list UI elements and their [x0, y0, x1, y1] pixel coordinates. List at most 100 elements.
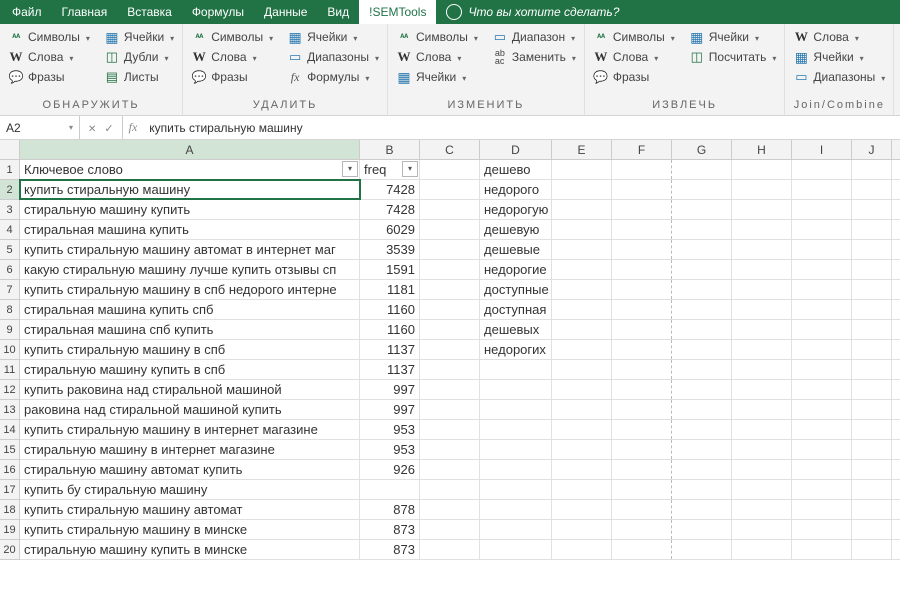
cell[interactable] [852, 160, 892, 179]
row-header-17[interactable]: 17 [0, 480, 19, 500]
cell[interactable] [480, 520, 552, 539]
row-header-9[interactable]: 9 [0, 320, 19, 340]
cell[interactable] [552, 360, 612, 379]
col-header-I[interactable]: I [792, 140, 852, 159]
cell[interactable]: купить стиральную машину в спб недорого … [20, 280, 360, 299]
cell[interactable]: стиральная машина спб купить [20, 320, 360, 339]
cell[interactable] [420, 400, 480, 419]
cell[interactable] [552, 320, 612, 339]
cell[interactable] [672, 180, 732, 199]
cell[interactable]: купить стиральную машину [20, 180, 360, 199]
menu-вставка[interactable]: Вставка [117, 0, 182, 24]
cell[interactable] [732, 500, 792, 519]
cell[interactable] [852, 440, 892, 459]
cell[interactable]: купить бу стиральную машину [20, 480, 360, 499]
cell[interactable]: раковина над стиральной машиной купить [20, 400, 360, 419]
cell[interactable]: 873 [360, 540, 420, 559]
cell[interactable] [732, 240, 792, 259]
cell[interactable] [852, 460, 892, 479]
cell[interactable] [732, 160, 792, 179]
cell[interactable] [672, 320, 732, 339]
cell[interactable]: дешевые [480, 240, 552, 259]
cell[interactable] [732, 480, 792, 499]
cell[interactable] [360, 480, 420, 499]
cell[interactable] [792, 240, 852, 259]
cell[interactable]: недорого [480, 180, 552, 199]
cell[interactable] [420, 260, 480, 279]
row-header-12[interactable]: 12 [0, 380, 19, 400]
cell[interactable] [792, 220, 852, 239]
cell[interactable] [852, 380, 892, 399]
row-header-19[interactable]: 19 [0, 520, 19, 540]
cell[interactable] [612, 380, 672, 399]
col-header-E[interactable]: E [552, 140, 612, 159]
cell[interactable] [792, 400, 852, 419]
cell[interactable] [852, 280, 892, 299]
cell[interactable] [612, 360, 672, 379]
cell[interactable] [852, 240, 892, 259]
filter-dropdown-icon[interactable] [342, 161, 358, 177]
cell[interactable] [852, 340, 892, 359]
cell[interactable]: 997 [360, 380, 420, 399]
cell[interactable]: купить стиральную машину в интернет мага… [20, 420, 360, 439]
ribbon-btn-ячейки[interactable]: Ячейки [394, 68, 480, 86]
cell[interactable]: 997 [360, 400, 420, 419]
cell[interactable] [612, 460, 672, 479]
ribbon-btn-фразы[interactable]: Фразы [189, 68, 275, 86]
ribbon-btn-символы[interactable]: ᴬᴬСимволы [189, 28, 275, 46]
cell[interactable] [732, 200, 792, 219]
cell[interactable]: 926 [360, 460, 420, 479]
row-header-20[interactable]: 20 [0, 540, 19, 560]
cell[interactable] [552, 420, 612, 439]
cell[interactable]: купить раковина над стиральной машиной [20, 380, 360, 399]
cell[interactable] [612, 160, 672, 179]
cell[interactable] [420, 360, 480, 379]
cell[interactable] [672, 200, 732, 219]
ribbon-btn-листы[interactable]: Листы [102, 68, 176, 86]
row-header-16[interactable]: 16 [0, 460, 19, 480]
cell[interactable] [732, 280, 792, 299]
cell[interactable] [552, 260, 612, 279]
col-header-A[interactable]: A [20, 140, 360, 159]
menu-формулы[interactable]: Формулы [182, 0, 254, 24]
cell[interactable] [672, 400, 732, 419]
cell[interactable] [672, 340, 732, 359]
cell[interactable] [852, 260, 892, 279]
cell[interactable]: 6029 [360, 220, 420, 239]
row-header-11[interactable]: 11 [0, 360, 19, 380]
ribbon-btn-символы[interactable]: ᴬᴬСимволы [394, 28, 480, 46]
ribbon-btn-символы[interactable]: ᴬᴬСимволы [6, 28, 92, 46]
cell[interactable] [672, 440, 732, 459]
cell[interactable] [612, 340, 672, 359]
cell[interactable] [852, 180, 892, 199]
ribbon-btn-диапазоны[interactable]: Диапазоны [791, 68, 887, 86]
col-header-H[interactable]: H [732, 140, 792, 159]
cell[interactable]: 878 [360, 500, 420, 519]
cell[interactable]: купить стиральную машину автомат в интер… [20, 240, 360, 259]
cell[interactable] [420, 200, 480, 219]
cell[interactable] [852, 540, 892, 559]
cell[interactable] [732, 300, 792, 319]
cell[interactable]: Ключевое слово [20, 160, 360, 179]
cell[interactable] [552, 200, 612, 219]
cell[interactable] [672, 300, 732, 319]
filter-dropdown-icon[interactable] [402, 161, 418, 177]
ribbon-btn-ячейки[interactable]: Ячейки [687, 28, 779, 46]
row-header-18[interactable]: 18 [0, 500, 19, 520]
cell[interactable] [420, 520, 480, 539]
cell[interactable] [552, 160, 612, 179]
cell[interactable] [420, 440, 480, 459]
ribbon-btn-слова[interactable]: WСлова [394, 48, 480, 66]
col-header-G[interactable]: G [672, 140, 732, 159]
cell[interactable] [420, 320, 480, 339]
cell[interactable] [792, 440, 852, 459]
cell[interactable] [792, 360, 852, 379]
cell[interactable] [732, 340, 792, 359]
cell[interactable] [612, 320, 672, 339]
cell[interactable] [612, 240, 672, 259]
cell[interactable] [612, 520, 672, 539]
cell[interactable] [612, 440, 672, 459]
cell[interactable]: стиральную машину купить в минске [20, 540, 360, 559]
cell[interactable] [420, 480, 480, 499]
cell[interactable]: стиральную машину купить [20, 200, 360, 219]
